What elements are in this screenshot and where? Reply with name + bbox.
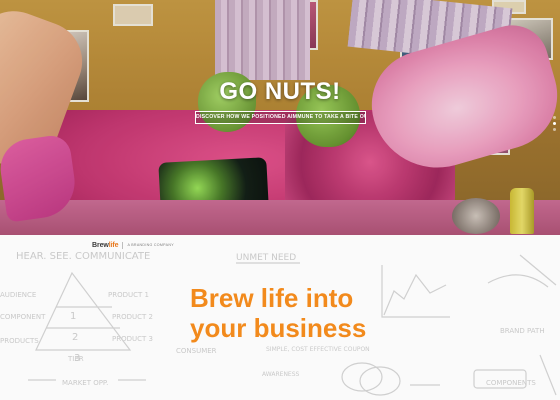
slider-pagination — [553, 116, 557, 134]
main-headline: Brew life into your business — [190, 283, 410, 343]
pyramid-tier-label: 3 — [74, 353, 81, 364]
whiteboard-section: Brewlife A BRANDING COMPANY HEAR. SEE. C… — [0, 235, 560, 400]
pyramid-tier-label: 1 — [70, 311, 77, 322]
headline-line-1: Brew life into — [190, 283, 354, 313]
headline-line-2: your business — [190, 313, 367, 343]
slider-dot[interactable] — [553, 116, 556, 119]
hero-title: GO NUTS! — [219, 78, 341, 105]
slider-dot[interactable] — [553, 128, 556, 131]
pyramid-tier-label: 2 — [72, 332, 79, 343]
hero-banner: GO NUTS! DISCOVER HOW WE POSITIONED AIMM… — [0, 0, 560, 235]
hero-cta-button[interactable]: DISCOVER HOW WE POSITIONED AIMMUNE TO TA… — [195, 111, 366, 124]
slider-dot-active[interactable] — [553, 122, 556, 125]
